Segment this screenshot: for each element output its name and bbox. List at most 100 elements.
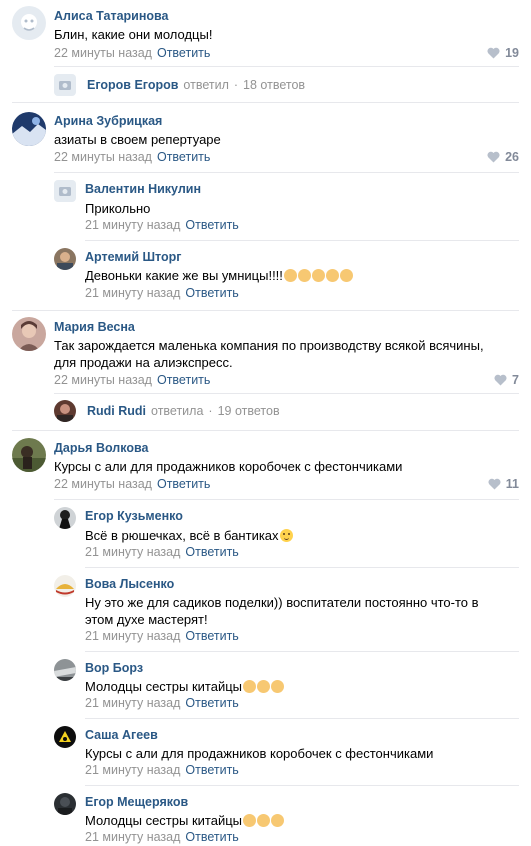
avatar [54,400,76,422]
timestamp[interactable]: 22 минуты назад [54,46,152,60]
heart-icon [487,151,500,163]
timestamp[interactable]: 21 минуту назад [85,629,180,643]
divider [85,240,519,241]
summary-action: ответила [151,404,204,418]
like-button[interactable]: 26 [487,150,519,164]
avatar[interactable] [54,248,76,270]
replies-summary[interactable]: Rudi Rudi ответила · 19 ответов [54,400,280,422]
like-count: 19 [505,46,519,60]
reply-button[interactable]: Ответить [185,629,238,643]
thumbs-up-emoji [242,679,284,694]
reply-button[interactable]: Ответить [157,46,210,60]
divider [85,785,519,786]
reply-button[interactable]: Ответить [185,696,238,710]
avatar[interactable] [12,112,46,146]
comment-text: Блин, какие они молодцы! [54,27,213,42]
smiling-face-emoji [279,528,293,543]
like-button[interactable]: 11 [488,477,519,491]
avatar[interactable] [54,507,76,529]
clapping-hands-emoji [283,268,353,283]
divider [12,310,519,311]
author-name[interactable]: Валентин Никулин [85,182,201,196]
reply-text: Молодцы сестры китайцы [85,678,505,695]
comment-text: Курсы с али для продажников коробочек с … [54,459,403,474]
avatar[interactable] [54,726,76,748]
author-name[interactable]: Вова Лысенко [85,577,174,591]
comment-meta: 22 минуты назад Ответить [54,150,210,164]
avatar[interactable] [12,6,46,40]
divider [54,172,519,173]
reply-text-content: Всё в рюшечках, всё в бантиках [85,528,279,543]
reply-meta: 21 минуту назад Ответить [85,830,239,844]
avatar[interactable] [12,317,46,351]
summary-count[interactable]: 19 ответов [218,404,280,418]
like-button[interactable]: 19 [487,46,519,60]
reply-button[interactable]: Ответить [185,218,238,232]
like-count: 7 [512,373,519,387]
divider [54,66,519,67]
author-name[interactable]: Вор Борз [85,661,143,675]
avatar[interactable] [54,575,76,597]
author-name[interactable]: Саша Агеев [85,728,158,742]
avatar[interactable] [54,180,76,202]
thumbs-up-emoji [242,813,284,828]
like-count: 26 [505,150,519,164]
timestamp[interactable]: 21 минуту назад [85,696,180,710]
separator: · [233,78,239,92]
divider [85,718,519,719]
reply-meta: 21 минуту назад Ответить [85,696,239,710]
reply-button[interactable]: Ответить [157,373,210,387]
comment-text: азиаты в своем репертуаре [54,132,221,147]
timestamp[interactable]: 22 минуты назад [54,150,152,164]
reply-text: Молодцы сестры китайцы [85,812,505,829]
timestamp[interactable]: 22 минуты назад [54,373,152,387]
reply-button[interactable]: Ответить [185,286,238,300]
author-name[interactable]: Мария Весна [54,320,135,334]
heart-icon [488,478,501,490]
reply-button[interactable]: Ответить [157,477,210,491]
avatar[interactable] [12,438,46,472]
separator: · [208,404,213,418]
author-name[interactable]: Алиса Татаринова [54,9,169,23]
reply-button[interactable]: Ответить [185,830,238,844]
author-name[interactable]: Егор Мещеряков [85,795,188,809]
like-button[interactable]: 7 [494,373,519,387]
reply-meta: 21 минуту назад Ответить [85,218,239,232]
divider [12,102,519,103]
comment-meta: 22 минуты назад Ответить [54,373,210,387]
avatar[interactable] [54,793,76,815]
timestamp[interactable]: 21 минуту назад [85,545,180,559]
timestamp[interactable]: 21 минуту назад [85,218,180,232]
reply-meta: 21 минуту назад Ответить [85,763,239,777]
timestamp[interactable]: 21 минуту назад [85,830,180,844]
reply-text-content: Молодцы сестры китайцы [85,813,242,828]
reply-text: Ну это же для садиков поделки)) воспитат… [85,595,479,627]
reply-button[interactable]: Ответить [157,150,210,164]
summary-author[interactable]: Егоров Егоров [87,78,178,92]
divider [85,651,519,652]
replies-summary[interactable]: Егоров Егоров ответил · 18 ответов [54,74,305,96]
reply-button[interactable]: Ответить [185,545,238,559]
author-name[interactable]: Дарья Волкова [54,441,148,455]
heart-icon [487,47,500,59]
comment-meta: 22 минуты назад Ответить [54,46,210,60]
author-name[interactable]: Егор Кузьменко [85,509,183,523]
reply-meta: 21 минуту назад Ответить [85,286,239,300]
summary-author[interactable]: Rudi Rudi [87,404,146,418]
avatar [54,74,76,96]
author-name[interactable]: Арина Зубрицкая [54,114,162,128]
reply-text-content: Молодцы сестры китайцы [85,679,242,694]
reply-button[interactable]: Ответить [185,763,238,777]
summary-count[interactable]: 18 ответов [243,78,305,92]
like-count: 11 [505,477,519,491]
timestamp[interactable]: 22 минуты назад [54,477,152,491]
divider [54,499,519,500]
author-name[interactable]: Артемий Шторг [85,250,182,264]
reply-meta: 21 минуту назад Ответить [85,545,239,559]
timestamp[interactable]: 21 минуту назад [85,763,180,777]
reply-text: Девоньки какие же вы умницы!!!! [85,267,505,284]
timestamp[interactable]: 21 минуту назад [85,286,180,300]
divider [12,430,519,431]
reply-meta: 21 минуту назад Ответить [85,629,239,643]
avatar[interactable] [54,659,76,681]
